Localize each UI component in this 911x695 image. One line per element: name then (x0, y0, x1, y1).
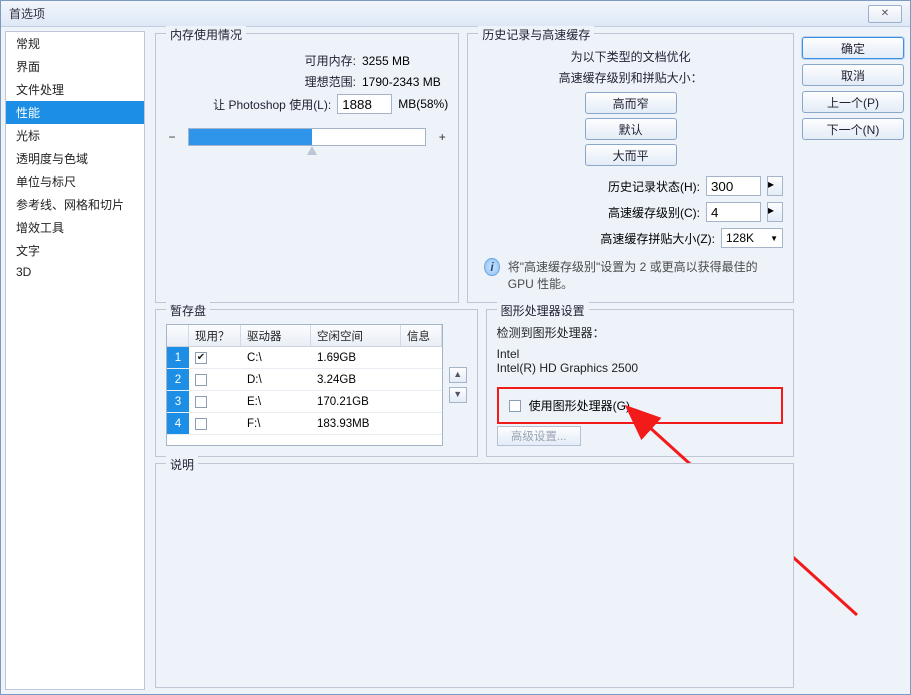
history-states-spinner[interactable]: ▸ (767, 176, 783, 196)
col-active: 现用？ (189, 325, 241, 346)
sidebar-item-cursors[interactable]: 光标 (6, 124, 144, 147)
reorder-arrows: ▲ ▼ (449, 324, 467, 446)
sidebar-item-transparency[interactable]: 透明度与色域 (6, 147, 144, 170)
prev-button[interactable]: 上一个(P) (802, 91, 904, 113)
default-button[interactable]: 默认 (585, 118, 677, 140)
description-legend: 说明 (166, 456, 198, 473)
history-states-label: 历史记录状态(H): (560, 178, 700, 195)
use-gpu-checkbox[interactable] (509, 400, 521, 412)
chevron-down-icon: ▼ (770, 234, 778, 243)
cache-note-text: 将"高速缓存级别"设置为 2 或更高以获得最佳的 GPU 性能。 (508, 258, 777, 292)
gpu-vendor: Intel (497, 347, 783, 361)
sidebar-item-general[interactable]: 常规 (6, 32, 144, 55)
category-sidebar: 常规 界面 文件处理 性能 光标 透明度与色域 单位与标尺 参考线、网格和切片 … (5, 31, 145, 690)
cache-levels-label: 高速缓存级别(C): (560, 204, 700, 221)
col-free: 空闲空间 (311, 325, 401, 346)
col-drive: 驱动器 (241, 325, 311, 346)
slider-fill (189, 129, 312, 145)
table-row[interactable]: 4 F:\ 183.93MB (167, 413, 442, 435)
let-input[interactable] (337, 94, 392, 114)
col-index (167, 325, 189, 346)
let-label: 让 Photoshop 使用(L): (166, 96, 331, 113)
ideal-value: 1790-2343 MB (362, 75, 441, 89)
gpu-group: 图形处理器设置 检测到图形处理器： Intel Intel(R) HD Grap… (486, 309, 794, 457)
sidebar-item-interface[interactable]: 界面 (6, 55, 144, 78)
mid-row: 暂存盘 现用？ 驱动器 空闲空间 信息 1 ✔ (155, 309, 794, 457)
next-button[interactable]: 下一个(N) (802, 118, 904, 140)
advanced-settings-button[interactable]: 高级设置... (497, 426, 581, 446)
minus-icon: − (166, 130, 178, 144)
table-row[interactable]: 3 E:\ 170.21GB (167, 391, 442, 413)
move-down-button[interactable]: ▼ (449, 387, 467, 403)
let-pct: MB(58%) (398, 97, 448, 111)
use-gpu-label: 使用图形处理器(G) (529, 397, 630, 414)
table-row[interactable]: 1 ✔ C:\ 1.69GB (167, 347, 442, 369)
gpu-detected-label: 检测到图形处理器： (497, 324, 783, 341)
hist-desc2: 高速缓存级别和拼贴大小： (478, 69, 783, 86)
memory-slider-row: − + (166, 128, 448, 146)
sidebar-item-guides[interactable]: 参考线、网格和切片 (6, 193, 144, 216)
checkbox[interactable] (195, 396, 207, 408)
history-legend: 历史记录与高速缓存 (478, 26, 594, 43)
info-icon: i (484, 258, 500, 276)
memory-group: 内存使用情况 可用内存: 3255 MB 理想范围: 1790-2343 MB … (155, 33, 459, 303)
avail-label: 可用内存: (166, 52, 356, 69)
avail-value: 3255 MB (362, 54, 410, 68)
main-area: 内存使用情况 可用内存: 3255 MB 理想范围: 1790-2343 MB … (145, 27, 910, 694)
sidebar-item-3d[interactable]: 3D (6, 262, 144, 282)
checkbox[interactable] (195, 418, 207, 430)
sidebar-item-filehandling[interactable]: 文件处理 (6, 78, 144, 101)
top-row: 内存使用情况 可用内存: 3255 MB 理想范围: 1790-2343 MB … (155, 33, 794, 303)
tile-size-dropdown[interactable]: 128K▼ (721, 228, 783, 248)
sidebar-item-performance[interactable]: 性能 (6, 101, 144, 124)
scratch-disks-group: 暂存盘 现用？ 驱动器 空闲空间 信息 1 ✔ (155, 309, 478, 457)
col-info: 信息 (401, 325, 442, 346)
table-header: 现用？ 驱动器 空闲空间 信息 (167, 325, 442, 347)
table-row[interactable]: 2 D:\ 3.24GB (167, 369, 442, 391)
use-gpu-highlight: 使用图形处理器(G) (497, 387, 783, 424)
cancel-button[interactable]: 取消 (802, 64, 904, 86)
scratch-legend: 暂存盘 (166, 302, 210, 319)
move-up-button[interactable]: ▲ (449, 367, 467, 383)
tall-narrow-button[interactable]: 高而窄 (585, 92, 677, 114)
close-button[interactable]: ✕ (868, 5, 902, 23)
content: 常规 界面 文件处理 性能 光标 透明度与色域 单位与标尺 参考线、网格和切片 … (1, 27, 910, 694)
plus-icon: + (436, 130, 448, 144)
panels: 内存使用情况 可用内存: 3255 MB 理想范围: 1790-2343 MB … (155, 33, 794, 688)
memory-slider[interactable] (188, 128, 426, 146)
gpu-legend: 图形处理器设置 (497, 302, 589, 319)
scratch-table: 现用？ 驱动器 空闲空间 信息 1 ✔ C:\ 1.69GB (166, 324, 443, 446)
hist-desc1: 为以下类型的文档优化 (478, 48, 783, 65)
sidebar-item-units[interactable]: 单位与标尺 (6, 170, 144, 193)
big-flat-button[interactable]: 大而平 (585, 144, 677, 166)
ideal-label: 理想范围: (166, 73, 356, 90)
window-title: 首选项 (9, 5, 45, 22)
cache-levels-input[interactable] (706, 202, 761, 222)
slider-thumb-icon[interactable] (307, 146, 317, 155)
gpu-model: Intel(R) HD Graphics 2500 (497, 361, 783, 375)
history-states-input[interactable] (706, 176, 761, 196)
history-cache-group: 历史记录与高速缓存 为以下类型的文档优化 高速缓存级别和拼贴大小： 高而窄 默认… (467, 33, 794, 303)
memory-legend: 内存使用情况 (166, 26, 246, 43)
cache-note: i 将"高速缓存级别"设置为 2 或更高以获得最佳的 GPU 性能。 (484, 258, 777, 292)
titlebar: 首选项 ✕ (1, 1, 910, 27)
dialog-buttons: 确定 取消 上一个(P) 下一个(N) (802, 33, 904, 688)
tile-size-label: 高速缓存拼贴大小(Z): (575, 230, 715, 247)
checkbox[interactable]: ✔ (195, 352, 207, 364)
description-group: 说明 (155, 463, 794, 688)
sidebar-item-plugins[interactable]: 增效工具 (6, 216, 144, 239)
cache-levels-spinner[interactable]: ▸ (767, 202, 783, 222)
sidebar-item-type[interactable]: 文字 (6, 239, 144, 262)
checkbox[interactable] (195, 374, 207, 386)
preferences-window: 首选项 ✕ 常规 界面 文件处理 性能 光标 透明度与色域 单位与标尺 参考线、… (0, 0, 911, 695)
ok-button[interactable]: 确定 (802, 37, 904, 59)
